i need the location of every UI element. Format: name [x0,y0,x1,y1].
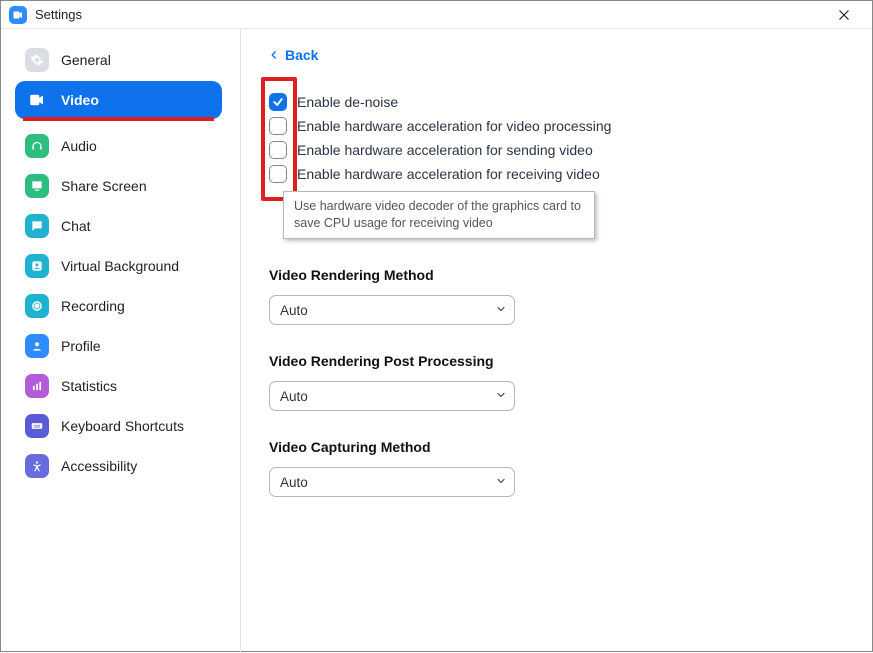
checkbox-label: Enable hardware acceleration for sending… [297,142,593,158]
statistics-icon [25,374,49,398]
sidebar-item-chat[interactable]: Chat [15,207,222,245]
checkbox-label: Enable hardware acceleration for receivi… [297,166,600,182]
back-link[interactable]: Back [269,47,318,63]
sidebar-item-audio[interactable]: Audio [15,127,222,165]
sidebar-item-label: Profile [61,338,101,354]
share-screen-icon [25,174,49,198]
sidebar-item-keyboard-shortcuts[interactable]: Keyboard Shortcuts [15,407,222,445]
sidebar-item-label: Statistics [61,378,117,394]
sidebar-item-video[interactable]: Video [15,81,222,119]
chevron-left-icon [269,50,279,60]
close-icon [838,9,850,21]
annotation-underline [23,117,214,121]
check-icon [272,96,284,108]
sidebar-item-label: Audio [61,138,97,154]
keyboard-icon [25,414,49,438]
sidebar-item-share-screen[interactable]: Share Screen [15,167,222,205]
close-button[interactable] [824,1,864,29]
sidebar-item-general[interactable]: General [15,41,222,79]
section-title-capturing: Video Capturing Method [269,439,844,455]
profile-icon [25,334,49,358]
section-title-post-processing: Video Rendering Post Processing [269,353,844,369]
video-icon [25,88,49,112]
sidebar-item-label: Video [61,92,99,108]
checkbox-hw-receiving[interactable] [269,165,287,183]
chat-icon [25,214,49,238]
sidebar-item-accessibility[interactable]: Accessibility [15,447,222,485]
sidebar-item-virtual-background[interactable]: Virtual Background [15,247,222,285]
check-row-hw-receiving: Enable hardware acceleration for receivi… [269,165,844,183]
checkbox-hw-sending[interactable] [269,141,287,159]
select-post-processing[interactable]: Auto [269,381,515,411]
sidebar-item-label: General [61,52,111,68]
checkbox-denoise[interactable] [269,93,287,111]
titlebar: Settings [1,1,872,29]
sidebar: General Video Audio Share Screen Ch [1,29,241,653]
check-row-hw-processing: Enable hardware acceleration for video p… [269,117,844,135]
select-value: Auto [280,475,308,490]
check-row-denoise: Enable de-noise [269,93,844,111]
virtual-background-icon [25,254,49,278]
select-rendering-method[interactable]: Auto [269,295,515,325]
select-value: Auto [280,389,308,404]
app-icon [9,6,27,24]
accessibility-icon [25,454,49,478]
sidebar-item-statistics[interactable]: Statistics [15,367,222,405]
sidebar-item-label: Chat [61,218,91,234]
section-title-rendering: Video Rendering Method [269,267,844,283]
main-panel: Back Enable de-noise Enable hardware acc… [241,29,872,653]
back-label: Back [285,47,318,63]
advanced-checkboxes: Enable de-noise Enable hardware accelera… [269,79,844,199]
gear-icon [25,48,49,72]
sidebar-item-label: Virtual Background [61,258,179,274]
headphones-icon [25,134,49,158]
select-capturing-method[interactable]: Auto [269,467,515,497]
check-row-hw-sending: Enable hardware acceleration for sending… [269,141,844,159]
checkbox-label: Enable de-noise [297,94,398,110]
sidebar-item-label: Accessibility [61,458,137,474]
sidebar-item-profile[interactable]: Profile [15,327,222,365]
select-value: Auto [280,303,308,318]
sidebar-item-recording[interactable]: Recording [15,287,222,325]
sidebar-item-label: Share Screen [61,178,147,194]
window-title: Settings [35,7,82,22]
recording-icon [25,294,49,318]
sidebar-item-label: Keyboard Shortcuts [61,418,184,434]
sidebar-item-label: Recording [61,298,125,314]
checkbox-hw-processing[interactable] [269,117,287,135]
checkbox-label: Enable hardware acceleration for video p… [297,118,611,134]
tooltip: Use hardware video decoder of the graphi… [283,191,595,239]
